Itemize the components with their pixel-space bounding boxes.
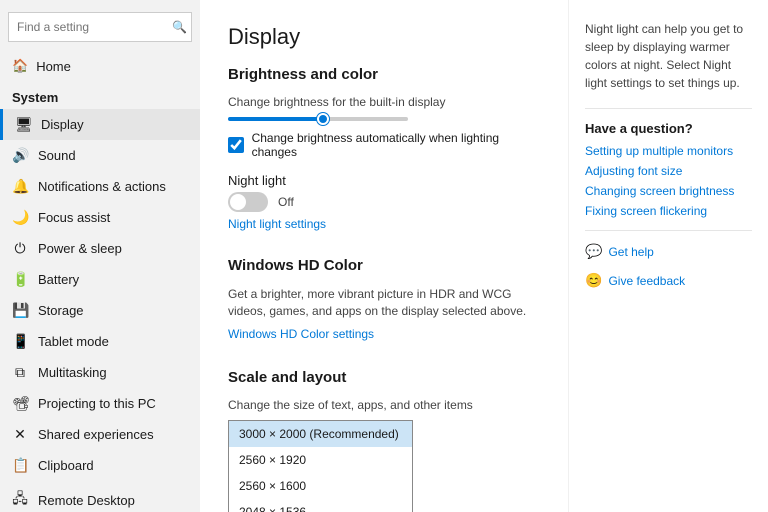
resolution-dropdown[interactable]: 3000 × 2000 (Recommended)2560 × 19202560… xyxy=(228,420,413,512)
sidebar-section-title: System xyxy=(0,82,200,109)
sidebar-item-label-clipboard: Clipboard xyxy=(38,458,94,473)
scale-section: Scale and layout Change the size of text… xyxy=(228,369,540,512)
brightness-section-title: Brightness and color xyxy=(228,66,540,83)
brightness-slider-label: Change brightness for the built-in displ… xyxy=(228,95,540,109)
battery-icon: 🔋 xyxy=(12,271,28,288)
sidebar-item-label-display: Display xyxy=(41,117,84,132)
get-help-link[interactable]: Get help xyxy=(608,245,653,259)
sidebar-item-sound[interactable]: 🔊 Sound xyxy=(0,140,200,171)
right-divider-1 xyxy=(585,108,752,109)
sidebar-home-label: Home xyxy=(36,59,71,74)
sidebar-items-list: 🖥 Display 🔊 Sound 🔔 Notifications & acti… xyxy=(0,109,200,512)
resolution-option[interactable]: 3000 × 2000 (Recommended) xyxy=(229,421,412,447)
sound-icon: 🔊 xyxy=(12,147,28,164)
brightness-slider-container[interactable] xyxy=(228,117,540,121)
scale-title: Scale and layout xyxy=(228,369,540,386)
sidebar-item-battery[interactable]: 🔋 Battery xyxy=(0,264,200,295)
sidebar-item-display[interactable]: 🖥 Display xyxy=(0,109,200,140)
sidebar-item-label-battery: Battery xyxy=(38,272,79,287)
resolution-option[interactable]: 2560 × 1920 xyxy=(229,447,412,473)
remote-icon: 🖧 xyxy=(12,488,28,512)
sidebar-item-power[interactable]: ⏻ Power & sleep xyxy=(0,233,200,264)
storage-icon: 💾 xyxy=(12,302,28,319)
page-title: Display xyxy=(228,24,540,50)
hd-color-section: Windows HD Color Get a brighter, more vi… xyxy=(228,257,540,353)
right-panel-link[interactable]: Adjusting font size xyxy=(585,164,752,178)
night-light-settings-link[interactable]: Night light settings xyxy=(228,217,326,231)
night-light-status: Off xyxy=(278,195,294,209)
shared-icon: ✕ xyxy=(12,426,28,443)
brightness-slider-track[interactable] xyxy=(228,117,408,121)
main-content: Display Brightness and color Change brig… xyxy=(200,0,568,512)
search-icon: 🔍 xyxy=(172,20,187,34)
get-help-icon: 💬 xyxy=(585,243,602,260)
hd-color-desc: Get a brighter, more vibrant picture in … xyxy=(228,286,540,320)
night-light-toggle-row: Off xyxy=(228,192,540,212)
sidebar-item-clipboard[interactable]: 📋 Clipboard xyxy=(0,450,200,481)
sidebar-item-shared[interactable]: ✕ Shared experiences xyxy=(0,419,200,450)
sidebar-item-label-notifications: Notifications & actions xyxy=(38,179,166,194)
resolution-option[interactable]: 2048 × 1536 xyxy=(229,499,412,512)
right-links-container: Setting up multiple monitors Adjusting fo… xyxy=(585,144,752,218)
auto-brightness-label: Change brightness automatically when lig… xyxy=(252,131,540,159)
auto-brightness-checkbox[interactable] xyxy=(228,137,244,153)
tablet-icon: 📱 xyxy=(12,333,28,350)
sidebar-item-tablet[interactable]: 📱 Tablet mode xyxy=(0,326,200,357)
search-input[interactable] xyxy=(17,20,172,34)
sidebar-item-label-sound: Sound xyxy=(38,148,76,163)
sidebar-item-label-projecting: Projecting to this PC xyxy=(38,396,156,411)
brightness-slider-thumb[interactable] xyxy=(317,113,329,125)
hd-color-title: Windows HD Color xyxy=(228,257,540,274)
resolution-option[interactable]: 2560 × 1600 xyxy=(229,473,412,499)
sidebar-item-label-focus: Focus assist xyxy=(38,210,110,225)
right-panel-link[interactable]: Changing screen brightness xyxy=(585,184,752,198)
search-box[interactable]: 🔍 xyxy=(8,12,192,42)
night-light-section: Night light Off Night light settings xyxy=(228,173,540,243)
night-light-toggle[interactable] xyxy=(228,192,268,212)
sidebar-item-storage[interactable]: 💾 Storage xyxy=(0,295,200,326)
right-divider-2 xyxy=(585,230,752,231)
sidebar-item-projecting[interactable]: 📽 Projecting to this PC xyxy=(0,388,200,419)
sidebar-item-label-multitasking: Multitasking xyxy=(38,365,107,380)
sidebar-item-remote[interactable]: 🖧 Remote Desktop xyxy=(0,481,200,512)
sidebar-item-label-remote: Remote Desktop xyxy=(38,493,135,508)
right-panel: Night light can help you get to sleep by… xyxy=(568,0,768,512)
sidebar-item-multitasking[interactable]: ⧉ Multitasking xyxy=(0,357,200,388)
multitasking-icon: ⧉ xyxy=(12,364,28,381)
sidebar-item-label-power: Power & sleep xyxy=(38,241,122,256)
focus-icon: 🌙 xyxy=(12,209,28,226)
power-icon: ⏻ xyxy=(12,240,28,257)
sidebar-item-label-storage: Storage xyxy=(38,303,84,318)
feedback-row: 😊 Give feedback xyxy=(585,272,752,289)
home-icon: 🏠 xyxy=(12,58,28,74)
night-light-label: Night light xyxy=(228,173,540,188)
projecting-icon: 📽 xyxy=(12,395,28,412)
right-panel-link[interactable]: Setting up multiple monitors xyxy=(585,144,752,158)
clipboard-icon: 📋 xyxy=(12,457,28,474)
feedback-icon: 😊 xyxy=(585,272,602,289)
sidebar-item-home[interactable]: 🏠 Home xyxy=(0,50,200,82)
display-icon: 🖥 xyxy=(15,116,31,133)
sidebar-item-notifications[interactable]: 🔔 Notifications & actions xyxy=(0,171,200,202)
auto-brightness-row[interactable]: Change brightness automatically when lig… xyxy=(228,131,540,159)
scale-label: Change the size of text, apps, and other… xyxy=(228,398,540,412)
right-intro-text: Night light can help you get to sleep by… xyxy=(585,20,752,92)
right-question-title: Have a question? xyxy=(585,121,752,136)
right-panel-link[interactable]: Fixing screen flickering xyxy=(585,204,752,218)
sidebar-item-label-shared: Shared experiences xyxy=(38,427,154,442)
hd-color-settings-link[interactable]: Windows HD Color settings xyxy=(228,327,374,341)
notifications-icon: 🔔 xyxy=(12,178,28,195)
get-help-row: 💬 Get help xyxy=(585,243,752,260)
sidebar-item-label-tablet: Tablet mode xyxy=(38,334,109,349)
feedback-link[interactable]: Give feedback xyxy=(608,274,685,288)
sidebar: 🔍 🏠 Home System 🖥 Display 🔊 Sound 🔔 Noti… xyxy=(0,0,200,512)
sidebar-item-focus[interactable]: 🌙 Focus assist xyxy=(0,202,200,233)
